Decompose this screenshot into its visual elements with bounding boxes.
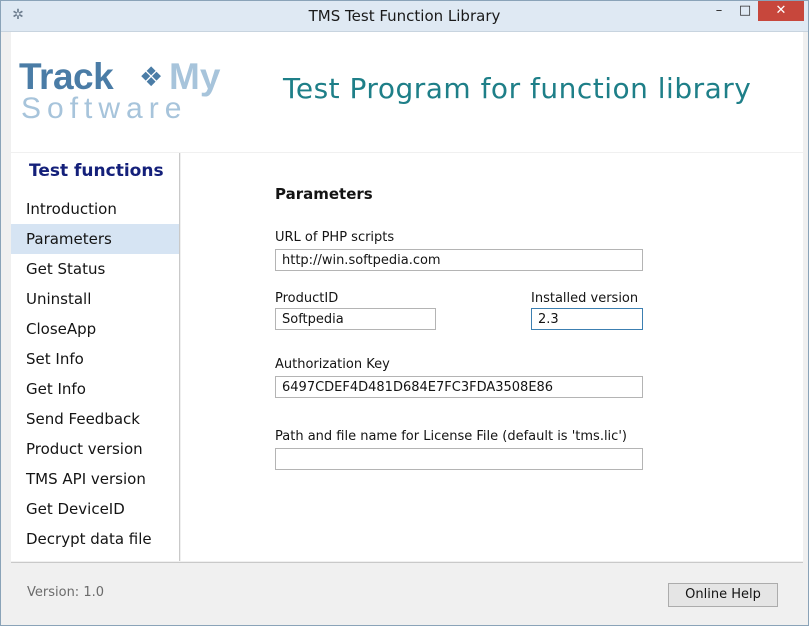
- sidebar-item-introduction[interactable]: Introduction: [11, 194, 179, 224]
- logo-star-icon: ❖: [139, 62, 164, 93]
- online-help-button[interactable]: Online Help: [668, 583, 778, 607]
- authorization-key-label: Authorization Key: [275, 357, 390, 372]
- product-id-field[interactable]: Softpedia: [275, 308, 436, 330]
- sidebar-item-get-deviceid[interactable]: Get DeviceID: [11, 494, 179, 524]
- sidebar-item-label: CloseApp: [26, 320, 97, 338]
- close-button[interactable]: ✕: [758, 1, 804, 21]
- sidebar-item-get-status[interactable]: Get Status: [11, 254, 179, 284]
- window-title: TMS Test Function Library: [308, 7, 501, 25]
- license-file-label: Path and file name for License File (def…: [275, 429, 627, 444]
- minimize-button[interactable]: –: [706, 1, 732, 21]
- page-heading: Test Program for function library: [283, 72, 752, 105]
- sidebar-item-set-info[interactable]: Set Info: [11, 344, 179, 374]
- maximize-button[interactable]: □: [732, 1, 758, 21]
- sidebar-item-label: Introduction: [26, 200, 117, 218]
- footer: Version: 1.0 Online Help: [11, 562, 803, 621]
- authorization-key-field[interactable]: 6497CDEF4D481D684E7FC3FDA3508E86: [275, 376, 643, 398]
- sidebar-item-tms-api-version[interactable]: TMS API version: [11, 464, 179, 494]
- sidebar-title: Test functions: [29, 161, 164, 181]
- sidebar-item-label: Decrypt data file: [26, 530, 152, 548]
- sidebar-item-product-version[interactable]: Product version: [11, 434, 179, 464]
- sidebar-item-get-info[interactable]: Get Info: [11, 374, 179, 404]
- sidebar-item-label: Get DeviceID: [26, 500, 125, 518]
- section-title: Parameters: [275, 185, 373, 203]
- sidebar-item-decrypt-data-file[interactable]: Decrypt data file: [11, 524, 179, 554]
- logo-software-text: Software: [21, 92, 188, 125]
- sidebar-item-label: Parameters: [26, 230, 112, 248]
- parameters-panel: Parameters URL of PHP scripts http://win…: [181, 153, 803, 561]
- sidebar-item-send-feedback[interactable]: Send Feedback: [11, 404, 179, 434]
- installed-version-label: Installed version: [531, 291, 639, 306]
- app-window: ✲ TMS Test Function Library – □ ✕ Track …: [0, 0, 809, 626]
- sidebar-item-label: Set Info: [26, 350, 84, 368]
- sidebar-item-label: Get Info: [26, 380, 86, 398]
- header-banner: Track ❖ My Software Test Program for fun…: [11, 32, 803, 152]
- sidebar-item-label: TMS API version: [26, 470, 146, 488]
- sidebar-item-uninstall[interactable]: Uninstall: [11, 284, 179, 314]
- sidebar-item-label: Get Status: [26, 260, 106, 278]
- sidebar-item-label: Product version: [26, 440, 143, 458]
- sidebar-item-parameters[interactable]: Parameters: [11, 224, 179, 254]
- sidebar-item-label: Send Feedback: [26, 410, 140, 428]
- sidebar: Test functions Introduction Parameters G…: [11, 153, 180, 561]
- trackmysoftware-logo: Track ❖ My Software: [19, 56, 229, 126]
- title-bar[interactable]: ✲ TMS Test Function Library – □ ✕: [1, 1, 808, 32]
- installed-version-field[interactable]: 2.3: [531, 308, 643, 330]
- url-label: URL of PHP scripts: [275, 230, 395, 245]
- product-id-label: ProductID: [275, 291, 339, 306]
- sidebar-item-label: Uninstall: [26, 290, 92, 308]
- license-file-field[interactable]: [275, 448, 643, 470]
- version-label: Version: 1.0: [27, 585, 104, 600]
- sidebar-item-closeapp[interactable]: CloseApp: [11, 314, 179, 344]
- url-field[interactable]: http://win.softpedia.com: [275, 249, 643, 271]
